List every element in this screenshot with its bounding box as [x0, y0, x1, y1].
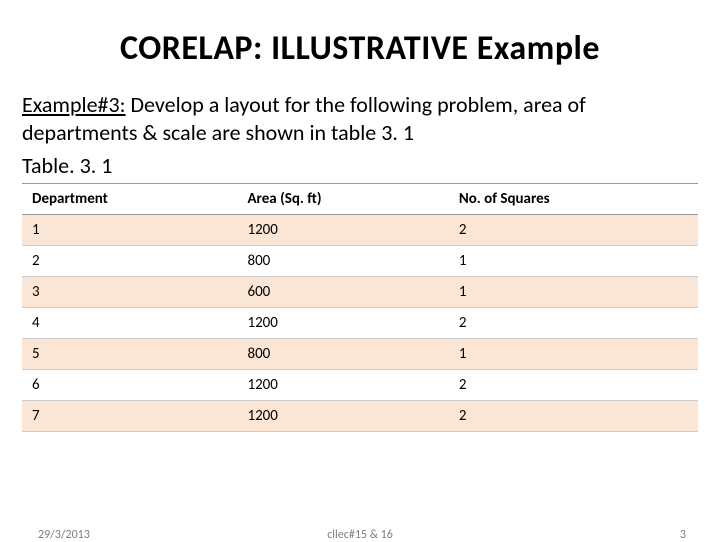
cell-area: 800: [237, 246, 448, 277]
cell-squares: 1: [449, 339, 698, 370]
cell-dept: 6: [22, 370, 237, 401]
table-row: 3 600 1: [22, 277, 698, 308]
table-row: 7 1200 2: [22, 401, 698, 432]
cell-dept: 3: [22, 277, 237, 308]
col-area: Area (Sq. ft): [237, 184, 448, 215]
cell-squares: 1: [449, 246, 698, 277]
example-label: Example#3:: [22, 91, 126, 118]
cell-area: 1200: [237, 215, 448, 246]
cell-squares: 2: [449, 308, 698, 339]
cell-squares: 1: [449, 277, 698, 308]
cell-area: 1200: [237, 370, 448, 401]
cell-area: 600: [237, 277, 448, 308]
cell-area: 800: [237, 339, 448, 370]
table-row: 4 1200 2: [22, 308, 698, 339]
table-row: 6 1200 2: [22, 370, 698, 401]
cell-squares: 2: [449, 215, 698, 246]
col-squares: No. of Squares: [449, 184, 698, 215]
cell-area: 1200: [237, 308, 448, 339]
example-description: Example#3: Develop a layout for the foll…: [22, 91, 698, 146]
table-header-row: Department Area (Sq. ft) No. of Squares: [22, 184, 698, 215]
table-row: 2 800 1: [22, 246, 698, 277]
table-label: Table. 3. 1: [22, 152, 698, 179]
cell-dept: 7: [22, 401, 237, 432]
table-row: 1 1200 2: [22, 215, 698, 246]
slide-title: CORELAP: ILLUSTRATIVE Example: [22, 28, 698, 69]
cell-squares: 2: [449, 401, 698, 432]
cell-dept: 1: [22, 215, 237, 246]
col-department: Department: [22, 184, 237, 215]
cell-dept: 4: [22, 308, 237, 339]
cell-dept: 5: [22, 339, 237, 370]
table-row: 5 800 1: [22, 339, 698, 370]
cell-area: 1200: [237, 401, 448, 432]
cell-squares: 2: [449, 370, 698, 401]
departments-table: Department Area (Sq. ft) No. of Squares …: [22, 183, 698, 432]
cell-dept: 2: [22, 246, 237, 277]
